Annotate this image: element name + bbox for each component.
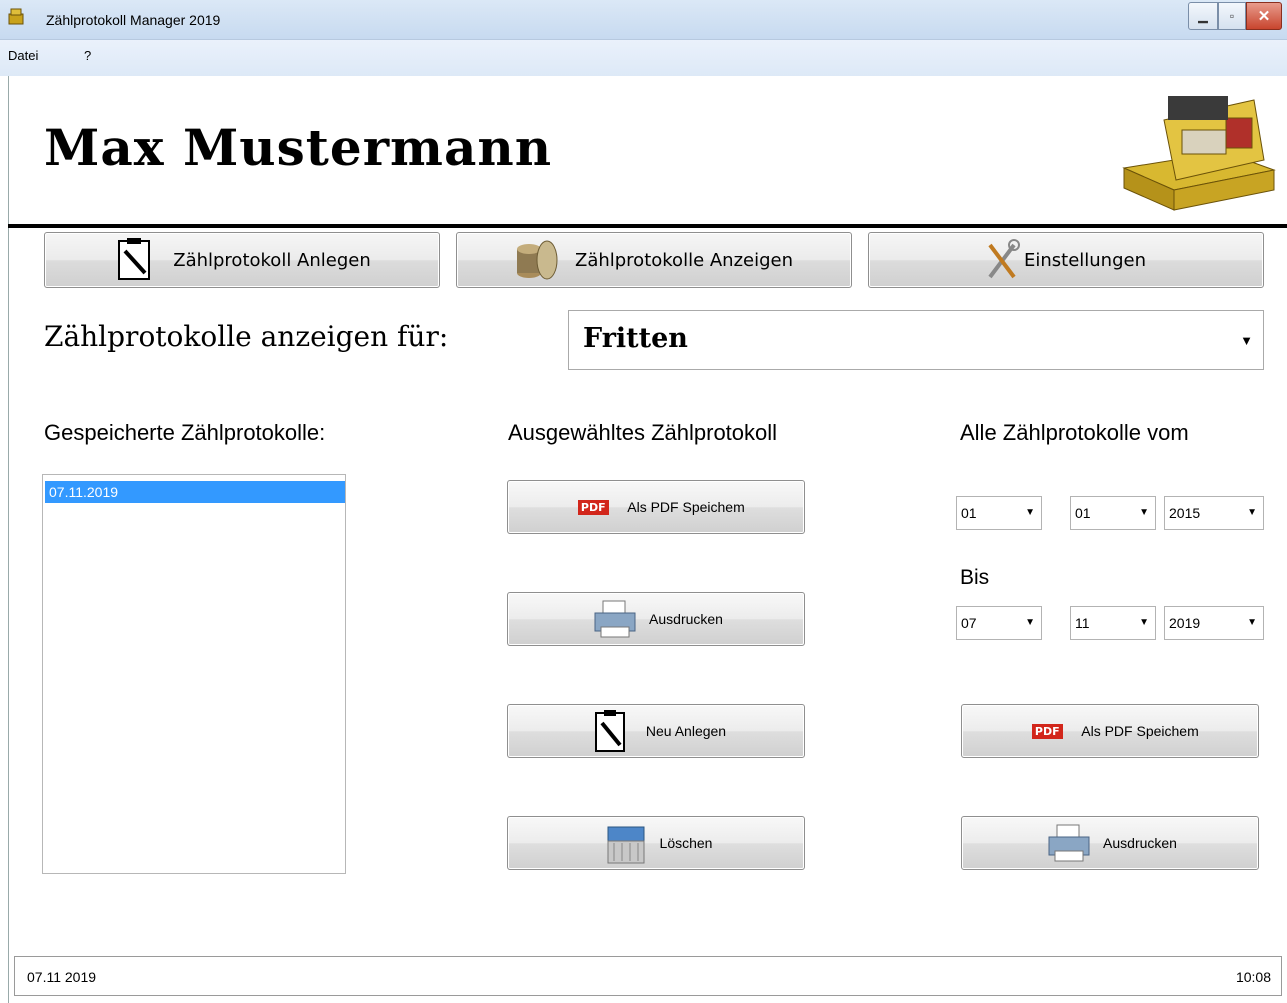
menu-bar: Datei ? [0,40,1287,76]
print-selected-button[interactable]: Ausdrucken [507,592,805,646]
chevron-down-icon: ▼ [1247,507,1257,518]
from-month-value: 01 [1075,505,1091,521]
save-pdf-range-label: Als PDF Speichem [1081,723,1199,739]
list-item[interactable]: 07.11.2019 [45,481,345,503]
from-day-select[interactable]: 01 ▼ [956,496,1042,530]
window-title: Zählprotokoll Manager 2019 [46,12,221,28]
maximize-icon: ▫ [1229,9,1235,23]
menu-datei[interactable]: Datei [8,48,38,63]
header-separator [8,224,1287,228]
cash-register-image [1122,96,1276,211]
to-day-value: 07 [961,615,977,631]
printer-icon [594,600,636,638]
zaehlprotokolle-anzeigen-button[interactable]: Zählprotokolle Anzeigen [456,232,852,288]
pdf-icon: PDF [1021,709,1073,753]
delete-protocol-label: Löschen [659,835,713,851]
new-protocol-button[interactable]: Neu Anlegen [507,704,805,758]
location-select[interactable]: Fritten ▼ [568,310,1264,370]
einstellungen-label: Einstellungen [1023,249,1147,271]
chevron-down-icon: ▼ [1240,333,1253,348]
status-time: 10:08 [1235,969,1271,985]
location-select-value: Fritten [583,323,688,354]
title-bar: Zählprotokoll Manager 2019 ▁ ▫ ✕ [0,0,1287,40]
print-range-label: Ausdrucken [1103,835,1177,851]
from-year-select[interactable]: 2015 ▼ [1164,496,1264,530]
zaehlprotokoll-anlegen-label: Zählprotokoll Anlegen [173,249,371,271]
chevron-down-icon: ▼ [1139,507,1149,518]
from-day-value: 01 [961,505,977,521]
chevron-down-icon: ▼ [1247,617,1257,628]
save-pdf-selected-button[interactable]: PDF Als PDF Speichem [507,480,805,534]
pdf-icon: PDF [567,485,619,529]
chevron-down-icon: ▼ [1025,507,1035,518]
coins-icon [516,240,558,280]
bis-label: Bis [960,566,990,589]
to-year-select[interactable]: 2019 ▼ [1164,606,1264,640]
status-bar: 07.11 2019 10:08 [14,956,1282,996]
saved-protocols-heading: Gespeicherte Zählprotokolle: [44,420,326,445]
all-protocols-heading: Alle Zählprotokolle vom [960,420,1189,445]
selected-protocol-heading: Ausgewähltes Zählprotokoll [508,420,778,445]
minimize-icon: ▁ [1198,9,1208,23]
to-month-select[interactable]: 11 ▼ [1070,606,1156,640]
delete-protocol-button[interactable]: Löschen [507,816,805,870]
close-icon: ✕ [1257,8,1271,25]
shredder-icon [607,826,645,864]
to-day-select[interactable]: 07 ▼ [956,606,1042,640]
save-pdf-range-button[interactable]: PDF Als PDF Speichem [961,704,1259,758]
status-date: 07.11 2019 [27,969,97,985]
chevron-down-icon: ▼ [1025,617,1035,628]
tools-icon [988,239,1020,279]
zaehlprotokolle-anzeigen-label: Zählprotokolle Anzeigen [574,249,794,271]
zaehlprotokoll-anlegen-button[interactable]: Zählprotokoll Anlegen [44,232,440,288]
cash-register-icon [8,8,24,25]
einstellungen-button[interactable]: Einstellungen [868,232,1264,288]
from-year-value: 2015 [1169,505,1201,521]
user-name-heading: Max Mustermann [44,118,553,177]
to-month-value: 11 [1075,615,1090,631]
clipboard-pen-icon [118,238,151,280]
to-year-value: 2019 [1169,615,1201,631]
clipboard-pen-icon [594,710,625,752]
save-pdf-selected-label: Als PDF Speichem [627,499,745,515]
print-range-button[interactable]: Ausdrucken [961,816,1259,870]
chevron-down-icon: ▼ [1139,617,1149,628]
menu-help[interactable]: ? [84,48,91,63]
new-protocol-label: Neu Anlegen [645,723,727,739]
filter-label: Zählprotokolle anzeigen für: [44,320,449,353]
saved-protocols-list[interactable]: 07.11.2019 [42,474,346,874]
maximize-button[interactable]: ▫ [1218,2,1246,30]
from-month-select[interactable]: 01 ▼ [1070,496,1156,530]
minimize-button[interactable]: ▁ [1188,2,1218,30]
print-selected-label: Ausdrucken [649,611,723,627]
printer-icon [1048,824,1090,862]
close-button[interactable]: ✕ [1246,2,1282,30]
